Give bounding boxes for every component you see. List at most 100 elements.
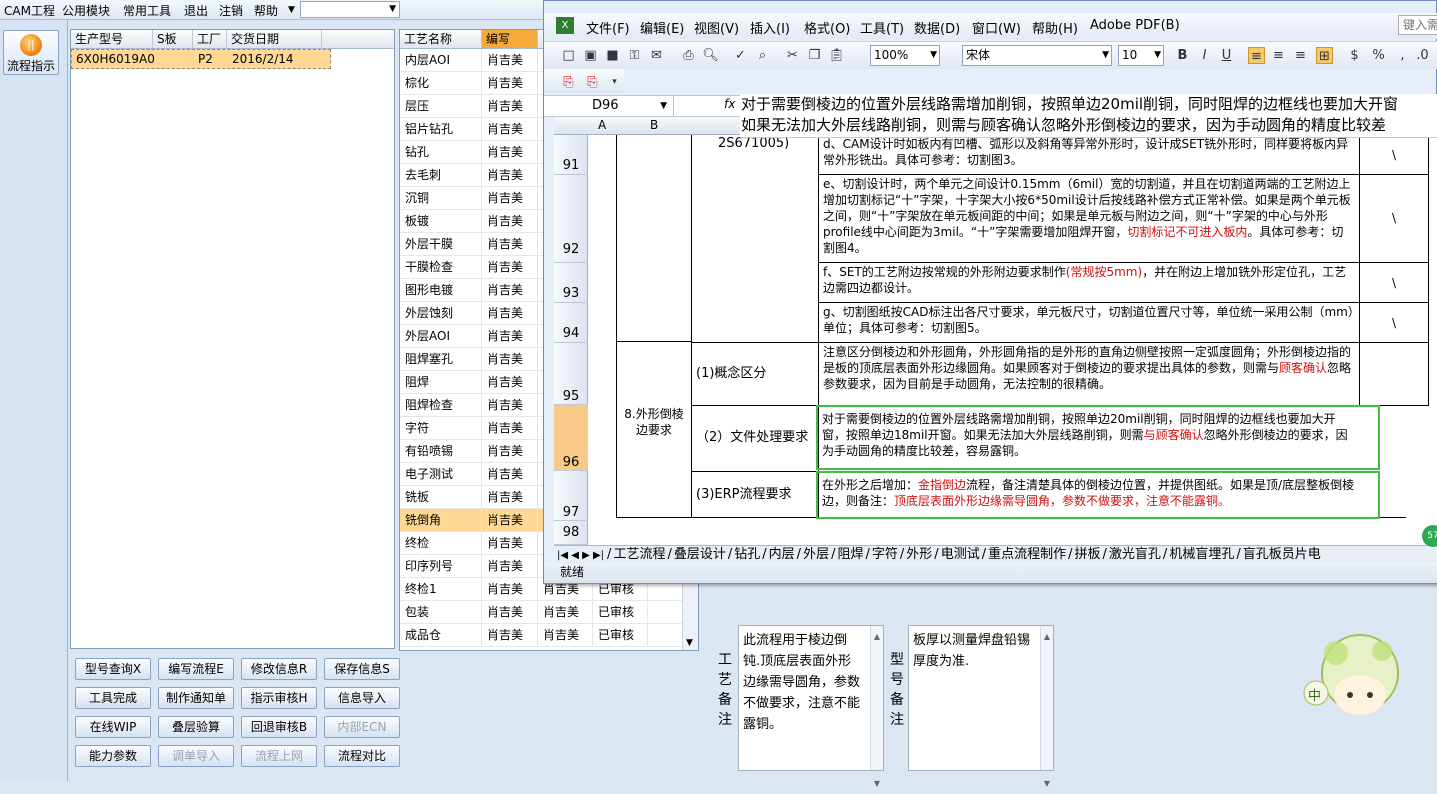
- cut-icon[interactable]: ✂: [784, 47, 801, 64]
- sheet-tab[interactable]: 重点流程制作: [986, 546, 1068, 563]
- permission-icon[interactable]: ⚿: [626, 47, 643, 64]
- action-button[interactable]: 流程对比: [324, 745, 400, 767]
- excel-menu-item[interactable]: 编辑(E): [640, 18, 684, 37]
- print-preview-icon[interactable]: 🔍︎: [702, 47, 719, 64]
- function-icon[interactable]: fx: [724, 97, 735, 111]
- sheet-tab[interactable]: 阻焊: [835, 546, 865, 563]
- row-header[interactable]: 93: [554, 263, 588, 303]
- row-header[interactable]: 98: [554, 521, 588, 545]
- cell-95[interactable]: 注意区分倒棱边和外形圆角，外形圆角指的是外形的直角边侧壁按照一定弧度圆角；外形倒…: [818, 342, 1360, 406]
- pdf-email-icon[interactable]: ⎘: [584, 74, 601, 91]
- italic-icon[interactable]: I: [1196, 47, 1213, 64]
- sheet-tab[interactable]: 电测试: [939, 546, 982, 563]
- sheet-tab[interactable]: 钻孔: [732, 546, 762, 563]
- excel-menu-item[interactable]: Adobe PDF(B): [1090, 18, 1180, 33]
- cell-95-label[interactable]: (1)概念区分: [691, 342, 819, 406]
- currency-icon[interactable]: $: [1346, 47, 1363, 64]
- sheet-tab[interactable]: 盲孔板员片电: [1241, 546, 1323, 563]
- column-header[interactable]: 交货日期: [227, 30, 322, 48]
- action-button[interactable]: 在线WIP: [75, 716, 151, 738]
- menu-exit[interactable]: 退出: [184, 2, 208, 19]
- sheet-tab[interactable]: 激光盲孔: [1107, 546, 1163, 563]
- process-remark-box[interactable]: 此流程用于棱边倒钝.顶底层表面外形边缘需导圆角，参数不做要求，注意不能露铜。 ▲…: [738, 625, 884, 788]
- formula-input[interactable]: 对于需要倒棱边的位置外层线路需增加削铜，按照单边20mil削铜，同时阻焊的边框线…: [740, 94, 1437, 138]
- cell-96-label[interactable]: （2）文件处理要求: [691, 405, 819, 472]
- remark-scrollbar[interactable]: ▲ ▼: [870, 626, 883, 788]
- menu-cam[interactable]: CAM工程: [4, 2, 55, 19]
- font-select[interactable]: 宋体 ▼: [962, 45, 1112, 66]
- sheet-tab[interactable]: 内层: [767, 546, 797, 563]
- cell-92-status[interactable]: \: [1359, 174, 1429, 263]
- excel-menu-item[interactable]: 帮助(H): [1032, 18, 1078, 37]
- sheet-tab[interactable]: 外形: [904, 546, 934, 563]
- action-button[interactable]: 型号查询X: [75, 658, 151, 680]
- column-header[interactable]: 生产型号: [71, 30, 153, 48]
- cell-94-status[interactable]: \: [1359, 302, 1429, 343]
- sheet-tab[interactable]: 机械盲埋孔: [1167, 546, 1236, 563]
- menu-common-tools[interactable]: 常用工具: [123, 2, 171, 19]
- menu-overflow-icon[interactable]: ▼: [288, 5, 295, 15]
- action-button[interactable]: 修改信息R: [241, 658, 317, 680]
- toolbar-combobox[interactable]: ▼: [300, 1, 400, 18]
- row-header[interactable]: 94: [554, 303, 588, 343]
- notification-badge[interactable]: 57: [1422, 525, 1437, 547]
- percent-icon[interactable]: %: [1370, 47, 1387, 64]
- font-size-select[interactable]: 10 ▼: [1118, 45, 1164, 66]
- excel-menu-item[interactable]: 视图(V): [694, 18, 739, 37]
- copy-icon[interactable]: ❐: [806, 47, 823, 64]
- menu-logout[interactable]: 注销: [219, 2, 243, 19]
- cell-93-status[interactable]: \: [1359, 262, 1429, 303]
- action-button[interactable]: 能力参数: [75, 745, 151, 767]
- cell-92[interactable]: e、切割设计时，两个单元之间设计0.15mm（6mil）宽的切割道，并且在切割道…: [818, 174, 1360, 263]
- save-icon[interactable]: ■: [604, 47, 621, 64]
- sheet-tab[interactable]: 字符: [870, 546, 900, 563]
- column-header-a[interactable]: A: [598, 118, 606, 132]
- align-right-icon[interactable]: ≡: [1292, 47, 1309, 64]
- action-button[interactable]: 编写流程E: [158, 658, 234, 680]
- cell-97-label[interactable]: (3)ERP流程要求: [691, 471, 819, 518]
- excel-menu-item[interactable]: 窗口(W): [972, 18, 1021, 37]
- table-row[interactable]: 包装 肖吉美 肖吉美 已审核: [400, 601, 698, 624]
- table-row[interactable]: 成品仓 肖吉美 肖吉美 已审核: [400, 624, 698, 647]
- sheet-tab[interactable]: 拼板: [1073, 546, 1103, 563]
- action-button[interactable]: 叠层验算: [158, 716, 234, 738]
- align-left-icon[interactable]: ≡: [1248, 47, 1265, 64]
- new-icon[interactable]: □: [560, 47, 577, 64]
- merge-center-icon[interactable]: ⊞: [1316, 47, 1333, 64]
- excel-app-icon[interactable]: X: [556, 17, 574, 34]
- pdf-convert-icon[interactable]: ⎘: [560, 74, 577, 91]
- cell-91[interactable]: d、CAM设计时如板内有凹槽、弧形以及斜角等异常外形时，设计成SET铣外形时，同…: [818, 135, 1360, 175]
- cell-91-status[interactable]: \: [1359, 135, 1429, 175]
- help-search-box[interactable]: 键入需: [1398, 15, 1437, 35]
- scroll-down-icon[interactable]: ▼: [686, 638, 693, 648]
- sheet-tab[interactable]: 外层: [801, 546, 831, 563]
- align-center-icon[interactable]: ≡: [1270, 47, 1287, 64]
- excel-menu-item[interactable]: 格式(O): [804, 18, 850, 37]
- tab-nav-icons[interactable]: |◀ ◀ ▶ ▶|: [554, 550, 607, 561]
- paste-icon[interactable]: 📋︎: [828, 47, 845, 64]
- cell-91-label[interactable]: 2S671005): [692, 135, 818, 175]
- comma-icon[interactable]: ,: [1394, 47, 1411, 64]
- research-icon[interactable]: ⌕: [754, 47, 771, 64]
- cell-93[interactable]: f、SET的工艺附边按常规的外形附边要求制作(常规按5mm)，并在附边上增加铣外…: [818, 262, 1360, 303]
- column-header[interactable]: 编写: [482, 30, 538, 48]
- open-icon[interactable]: ▣: [582, 47, 599, 64]
- menu-help[interactable]: 帮助: [254, 2, 278, 19]
- row-header[interactable]: 91: [554, 135, 588, 175]
- zoom-select[interactable]: 100% ▼: [870, 45, 940, 66]
- row-header[interactable]: 97: [554, 471, 588, 521]
- action-button[interactable]: 指示审核H: [241, 687, 317, 709]
- model-remark-box[interactable]: 板厚以测量焊盘铅锡厚度为准. ▲ ▼: [908, 625, 1054, 788]
- column-header-b[interactable]: B: [650, 118, 658, 132]
- excel-menu-item[interactable]: 工具(T): [860, 18, 904, 37]
- row-header[interactable]: 96: [554, 405, 588, 471]
- increase-decimal-icon[interactable]: .0: [1414, 47, 1431, 64]
- section-title-cell[interactable]: 8.外形倒棱边要求: [617, 405, 691, 445]
- column-header[interactable]: S板: [153, 30, 193, 48]
- bold-icon[interactable]: B: [1174, 47, 1191, 64]
- sheet-tab[interactable]: 工艺流程: [611, 546, 667, 563]
- cell-94[interactable]: g、切割图纸按CAD标注出各尺寸要求，单元板尺寸，切割道位置尺寸等，单位统一采用…: [818, 302, 1360, 343]
- remark-scrollbar[interactable]: ▲ ▼: [1040, 626, 1053, 788]
- print-icon[interactable]: ⎙: [680, 47, 697, 64]
- column-header[interactable]: 工艺名称: [400, 30, 482, 48]
